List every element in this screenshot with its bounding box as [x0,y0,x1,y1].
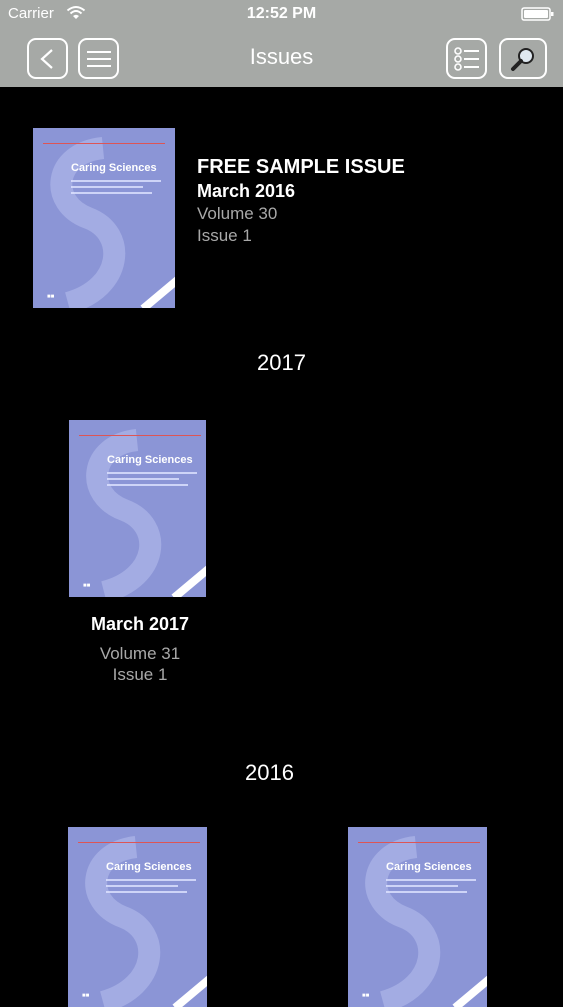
cover-header-line [358,839,480,843]
cover-header-line [43,140,165,144]
issues-list: Caring Sciences ■■ FREE SAMPLE ISSUE Mar… [0,87,563,1007]
featured-volume: Volume 30 [197,204,278,223]
issue-cover-2016-1[interactable]: Caring Sciences ■■ [68,827,207,1007]
year-header-2017: 2017 [257,350,306,375]
search-button[interactable] [499,38,547,79]
cover-swirl-graphic [365,836,441,1007]
publisher-logo: ■■ [47,294,55,300]
magnifier-icon [511,47,534,71]
issue-cover-march-2017[interactable]: Caring Sciences ■■ [69,420,206,597]
navigation-bar: Issues [0,30,563,87]
cover-journal-title: Caring Sciences [386,861,472,873]
cover-swirl-graphic [50,137,126,308]
cover-swirl-graphic [86,429,162,597]
cover-header-line [79,432,201,436]
cover-journal-title: Caring Sciences [107,454,193,466]
clock: 12:52 PM [246,5,317,22]
status-bar: Carrier 12:52 PM [0,0,563,30]
issue-date: March 2017 [90,614,190,634]
list-icon [453,46,479,71]
cover-text-lines [107,472,197,490]
cover-journal-title: Caring Sciences [106,861,192,873]
cover-swirl-graphic [85,836,161,1007]
featured-label: FREE SAMPLE ISSUE [197,156,405,178]
publisher-logo: ■■ [362,993,370,999]
cover-journal-title: Caring Sciences [71,162,157,174]
featured-issue: Issue 1 [197,226,252,245]
cover-text-lines [71,180,161,198]
issue-cover-2016-2[interactable]: Caring Sciences ■■ [348,827,487,1007]
issue-number: Issue 1 [112,665,168,684]
battery-icon [521,7,554,21]
issue-volume: Volume 31 [99,644,181,663]
cover-header-line [78,839,200,843]
featured-issue-cover[interactable]: Caring Sciences ■■ [33,128,175,308]
featured-date: March 2016 [197,181,296,201]
cover-text-lines [106,879,196,897]
publisher-logo: ■■ [82,993,90,999]
year-header-2016: 2016 [245,760,294,785]
list-button[interactable] [446,38,487,79]
cover-text-lines [386,879,476,897]
publisher-logo: ■■ [83,583,91,589]
